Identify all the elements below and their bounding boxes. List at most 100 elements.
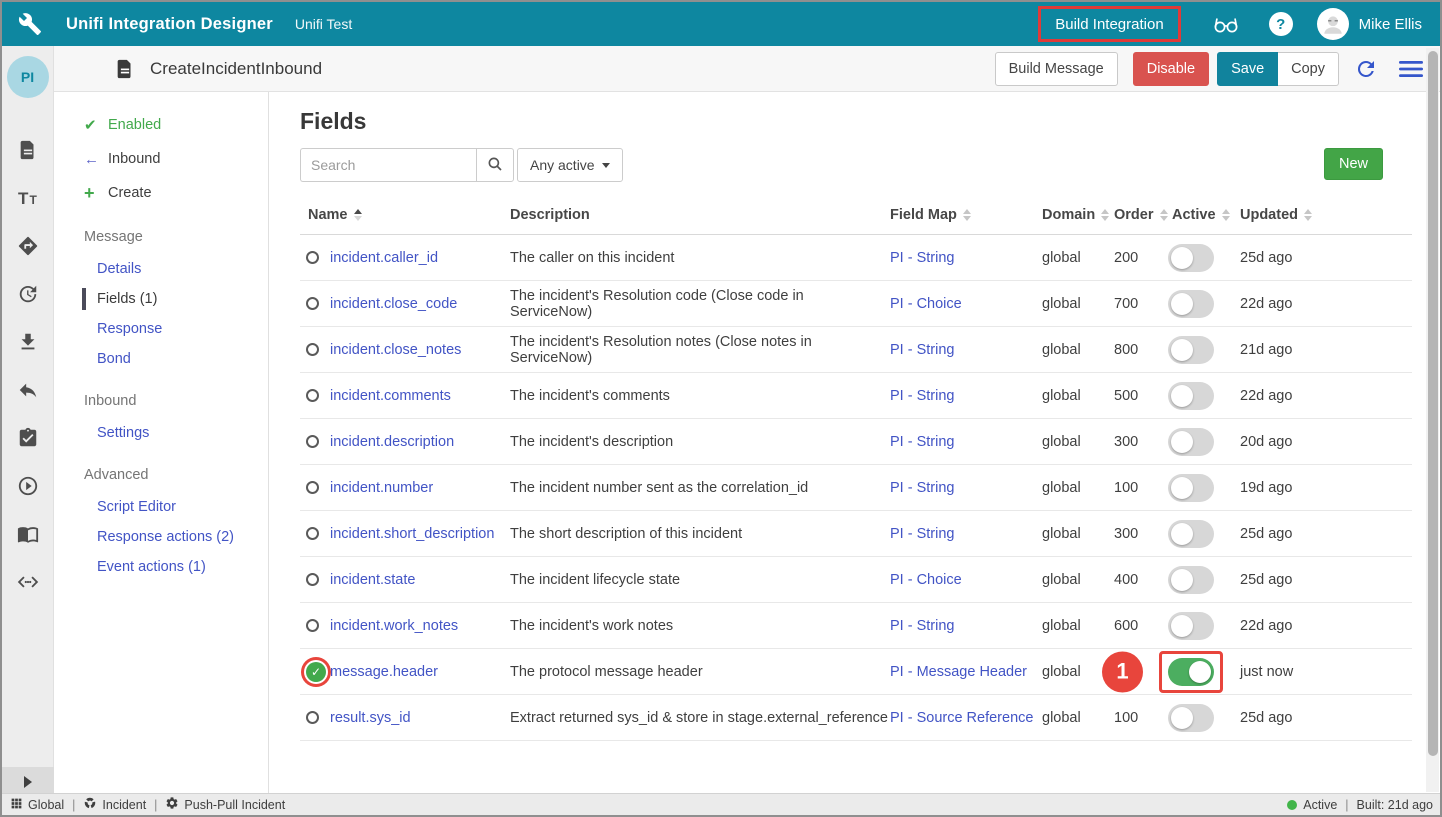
- field-name-link[interactable]: incident.short_description: [330, 526, 494, 542]
- incident-icon: [83, 796, 97, 813]
- disable-button[interactable]: Disable: [1133, 52, 1209, 86]
- copy-button[interactable]: Copy: [1278, 52, 1339, 86]
- book-icon[interactable]: [2, 510, 53, 558]
- nav-item-bond[interactable]: Bond: [54, 344, 268, 374]
- sort-icon: [1101, 209, 1109, 221]
- active-toggle[interactable]: [1168, 336, 1214, 364]
- statusbar-integration[interactable]: Push-Pull Incident: [165, 796, 285, 813]
- active-toggle[interactable]: [1168, 428, 1214, 456]
- active-toggle[interactable]: [1168, 474, 1214, 502]
- field-name-link[interactable]: incident.close_code: [330, 296, 457, 312]
- nav-item-response-actions-2[interactable]: Response actions (2): [54, 522, 268, 552]
- field-map-link[interactable]: PI - String: [890, 342, 954, 358]
- column-header-updated[interactable]: Updated: [1238, 207, 1412, 223]
- field-map-link[interactable]: PI - Source Reference: [890, 710, 1033, 726]
- field-map-link[interactable]: PI - Choice: [890, 572, 962, 588]
- vertical-scrollbar[interactable]: [1426, 48, 1439, 792]
- active-filter-dropdown[interactable]: Any active: [517, 148, 623, 182]
- directions-icon[interactable]: [2, 222, 53, 270]
- field-description: The protocol message header: [508, 664, 888, 680]
- field-map-link[interactable]: PI - String: [890, 618, 954, 634]
- field-updated: 25d ago: [1238, 710, 1412, 726]
- sort-asc-icon: [354, 209, 362, 221]
- field-map-link[interactable]: PI - String: [890, 526, 954, 542]
- active-toggle[interactable]: [1168, 658, 1214, 686]
- column-header-order[interactable]: Order: [1112, 207, 1164, 223]
- statusbar-domain[interactable]: Global: [10, 797, 64, 813]
- check-icon: ✔: [84, 116, 108, 134]
- user-menu[interactable]: Mike Ellis: [1317, 8, 1422, 40]
- statusbar-process[interactable]: Incident: [83, 796, 146, 813]
- nav-item-response[interactable]: Response: [54, 314, 268, 344]
- active-toggle[interactable]: [1168, 704, 1214, 732]
- column-header-domain[interactable]: Domain: [1040, 207, 1112, 223]
- field-map-link[interactable]: PI - String: [890, 250, 954, 266]
- svg-text:T: T: [18, 189, 29, 208]
- history-icon[interactable]: [2, 270, 53, 318]
- column-header-field-map[interactable]: Field Map: [888, 207, 1040, 223]
- field-map-link[interactable]: PI - String: [890, 434, 954, 450]
- field-name-link[interactable]: incident.state: [330, 572, 415, 588]
- active-toggle[interactable]: [1168, 382, 1214, 410]
- field-name-link[interactable]: result.sys_id: [330, 710, 411, 726]
- field-map-link[interactable]: PI - String: [890, 388, 954, 404]
- search-button[interactable]: [476, 148, 514, 182]
- download-icon[interactable]: [2, 318, 53, 366]
- play-circle-icon[interactable]: [2, 462, 53, 510]
- nav-item-settings[interactable]: Settings: [54, 418, 268, 448]
- field-updated: 19d ago: [1238, 480, 1412, 496]
- active-toggle[interactable]: [1168, 244, 1214, 272]
- active-toggle[interactable]: [1168, 520, 1214, 548]
- field-status-icon: [306, 573, 319, 586]
- build-message-button[interactable]: Build Message: [995, 52, 1118, 86]
- nav-item-event-actions-1[interactable]: Event actions (1): [54, 552, 268, 582]
- column-header-active[interactable]: Active: [1164, 207, 1238, 223]
- field-domain: global: [1040, 480, 1112, 496]
- preview-glasses-icon[interactable]: [1211, 12, 1241, 36]
- active-toggle[interactable]: [1168, 566, 1214, 594]
- nav-item-script-editor[interactable]: Script Editor: [54, 492, 268, 522]
- field-name-link[interactable]: incident.work_notes: [330, 618, 458, 634]
- nav-item-create[interactable]: + Create: [54, 176, 268, 210]
- field-name-link[interactable]: incident.caller_id: [330, 250, 438, 266]
- wrench-icon[interactable]: [18, 12, 42, 36]
- table-row: incident.description The incident's desc…: [300, 419, 1412, 465]
- build-integration-button[interactable]: Build Integration: [1038, 6, 1180, 42]
- text-format-icon[interactable]: TT: [2, 174, 53, 222]
- new-field-button[interactable]: New: [1324, 148, 1383, 180]
- field-map-link[interactable]: PI - Choice: [890, 296, 962, 312]
- field-name-link[interactable]: message.header: [330, 664, 438, 680]
- active-toggle[interactable]: [1168, 290, 1214, 318]
- sidebar-section: Advanced Script EditorResponse actions (…: [54, 458, 268, 582]
- document-icon[interactable]: [2, 126, 53, 174]
- build-status: Active: [1303, 798, 1337, 812]
- nav-item-inbound[interactable]: ← Inbound: [54, 142, 268, 176]
- field-name-link[interactable]: incident.comments: [330, 388, 451, 404]
- nav-item-enabled[interactable]: ✔ Enabled: [54, 108, 268, 142]
- nav-item-fields-1[interactable]: Fields (1): [54, 284, 268, 314]
- process-avatar[interactable]: PI: [7, 56, 49, 98]
- field-map-link[interactable]: PI - String: [890, 480, 954, 496]
- field-status-icon: [306, 389, 319, 402]
- help-icon[interactable]: ?: [1269, 12, 1293, 36]
- field-name-link[interactable]: incident.close_notes: [330, 342, 461, 358]
- field-name-link[interactable]: incident.number: [330, 480, 433, 496]
- scrollbar-thumb[interactable]: [1428, 51, 1438, 756]
- toggle-annotation-box: [1159, 651, 1223, 693]
- code-icon[interactable]: [2, 558, 53, 606]
- field-name-link[interactable]: incident.description: [330, 434, 454, 450]
- reply-icon[interactable]: [2, 366, 53, 414]
- save-button[interactable]: Save: [1217, 52, 1278, 86]
- search-input[interactable]: [300, 148, 476, 182]
- field-map-link[interactable]: PI - Message Header: [890, 664, 1027, 680]
- nav-item-details[interactable]: Details: [54, 254, 268, 284]
- field-order: 400: [1112, 572, 1164, 588]
- column-header-name[interactable]: Name: [300, 207, 508, 223]
- field-domain: global: [1040, 618, 1112, 634]
- refresh-icon[interactable]: [1354, 57, 1378, 81]
- active-toggle[interactable]: [1168, 612, 1214, 640]
- tasks-icon[interactable]: [2, 414, 53, 462]
- menu-icon[interactable]: [1398, 58, 1424, 80]
- field-description: The incident number sent as the correlat…: [508, 480, 888, 496]
- field-description: The incident's work notes: [508, 618, 888, 634]
